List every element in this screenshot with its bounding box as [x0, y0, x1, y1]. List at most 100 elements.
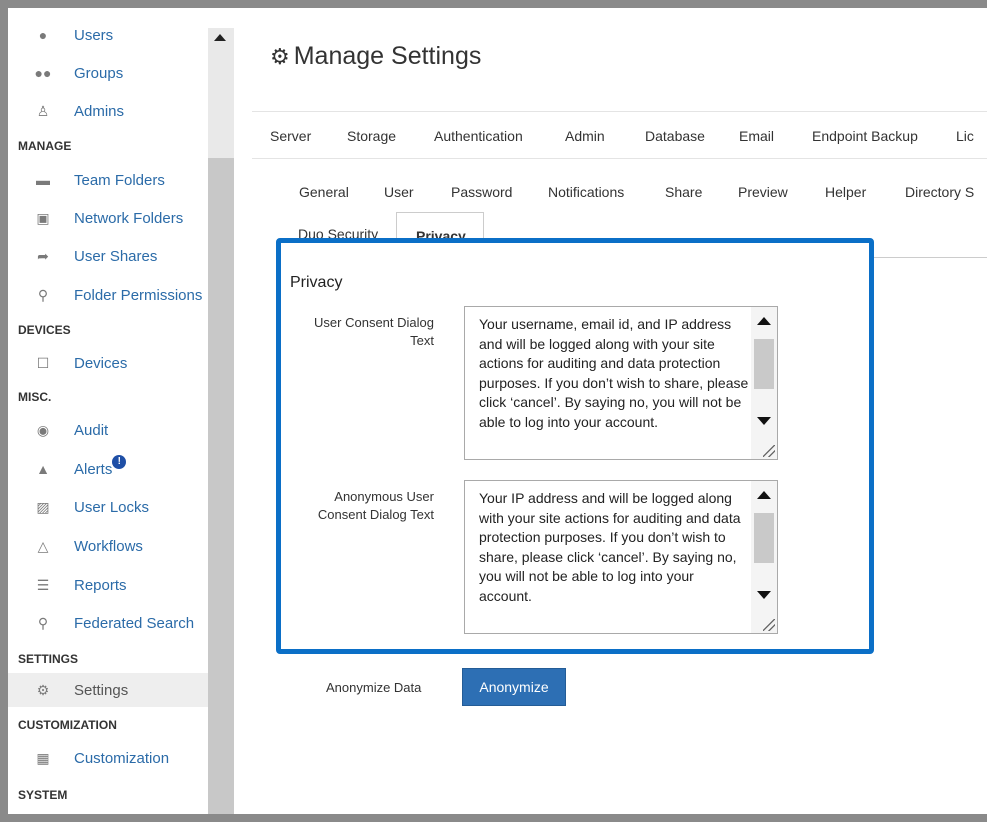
tab-general[interactable]: General — [299, 184, 349, 200]
anonymize-button[interactable]: Anonymize — [462, 668, 566, 706]
network-folder-icon: ▣ — [36, 209, 50, 226]
tab-share[interactable]: Share — [665, 184, 702, 200]
tab-helper[interactable]: Helper — [825, 184, 866, 200]
resize-grip-icon[interactable] — [763, 445, 775, 457]
scroll-up-arrow-icon[interactable] — [214, 34, 226, 41]
devices-icon: ☐ — [36, 354, 50, 371]
sidebar-item-label: Reports — [74, 576, 127, 594]
section-title: Privacy — [290, 274, 343, 291]
users-icon: ● — [38, 27, 48, 43]
textarea-scrollbar-thumb[interactable] — [754, 513, 774, 563]
sidebar-item-groups[interactable]: ●● Groups — [8, 56, 208, 90]
scroll-up-arrow-icon[interactable] — [757, 317, 771, 325]
sidebar-item-federated-search[interactable]: ⚲ Federated Search — [8, 606, 208, 640]
tab-preview[interactable]: Preview — [738, 184, 788, 200]
tab-server[interactable]: Server — [270, 128, 311, 144]
lock-icon: ▨ — [36, 498, 50, 515]
divider — [252, 158, 987, 159]
bell-icon: ▲ — [36, 461, 50, 477]
sidebar-item-label: Users — [74, 26, 114, 44]
tab-email[interactable]: Email — [739, 128, 774, 144]
textarea-scrollbar-thumb[interactable] — [754, 339, 774, 389]
sidebar-item-devices[interactable]: ☐ Devices — [8, 346, 208, 380]
search-icon: ⚲ — [37, 614, 49, 631]
scroll-up-arrow-icon[interactable] — [757, 491, 771, 499]
sidebar-item-label: Federated Search — [74, 614, 195, 632]
sidebar-item-label: Folder Permissions — [74, 286, 203, 304]
sidebar-item-label: Settings — [74, 681, 129, 699]
alert-badge: ! — [112, 455, 127, 469]
gear-icon: ⚙ — [36, 681, 50, 698]
sidebar-item-audit[interactable]: ◉ Audit — [8, 413, 208, 447]
sidebar-item-alerts[interactable]: ▲ Alerts! — [8, 452, 208, 486]
sidebar-scrollbar-thumb[interactable] — [208, 28, 234, 158]
anonymize-data-label: Anonymize Data — [326, 680, 422, 695]
sidebar: ● Users ●● Groups ♙ Admins MANAGE ▬ Team Fol… — [8, 8, 208, 814]
sidebar-item-admins[interactable]: ♙ Admins — [8, 94, 208, 128]
sidebar-item-label: Groups — [74, 64, 124, 82]
section-header-manage: MANAGE — [18, 139, 72, 153]
label-line: User Consent Dialog — [314, 315, 434, 330]
scroll-down-arrow-icon[interactable] — [757, 417, 771, 425]
sidebar-item-reports[interactable]: ☰ Reports — [8, 568, 208, 602]
textarea-value: Your IP address and will be logged along… — [479, 490, 741, 604]
label-line: Anonymous User — [334, 489, 434, 504]
tab-license[interactable]: Lic — [956, 128, 974, 144]
list-icon: ☰ — [36, 576, 50, 593]
sidebar-item-user-shares[interactable]: ➦ User Shares — [8, 239, 208, 273]
folder-permissions-icon: ⚲ — [37, 286, 49, 303]
consent-dialog-label: User Consent Dialog Text — [298, 314, 434, 350]
image-icon: ▦ — [36, 749, 50, 766]
tab-password[interactable]: Password — [451, 184, 512, 200]
sidebar-item-label: Network Folders — [74, 209, 184, 227]
sidebar-item-label: Admins — [74, 102, 125, 120]
scroll-down-arrow-icon[interactable] — [757, 591, 771, 599]
resize-grip-icon[interactable] — [763, 619, 775, 631]
label-line: Text — [410, 333, 434, 348]
page-title: ⚙ Manage Settings — [270, 42, 481, 71]
sidebar-item-label: Alerts — [74, 460, 113, 478]
sidebar-item-team-folders[interactable]: ▬ Team Folders — [8, 163, 208, 197]
sidebar-item-settings[interactable]: ⚙ Settings — [8, 673, 208, 707]
sidebar-item-label: Customization — [74, 749, 170, 767]
page-title-text: Manage Settings — [293, 42, 482, 70]
folder-icon: ▬ — [36, 172, 50, 188]
tab-database[interactable]: Database — [645, 128, 705, 144]
sidebar-item-label: User Shares — [74, 247, 158, 265]
tab-directory-services[interactable]: Directory S — [905, 184, 974, 200]
sidebar-item-folder-permissions[interactable]: ⚲ Folder Permissions — [8, 278, 208, 312]
flask-icon: △ — [37, 537, 49, 554]
sidebar-item-label: User Locks — [74, 498, 150, 516]
consent-dialog-textarea[interactable]: Your username, email id, and IP address … — [464, 306, 778, 460]
section-header-system: SYSTEM — [18, 788, 68, 802]
tab-storage[interactable]: Storage — [347, 128, 396, 144]
sidebar-item-network-folders[interactable]: ▣ Network Folders — [8, 201, 208, 235]
anon-consent-dialog-label: Anonymous User Consent Dialog Text — [298, 488, 434, 524]
sidebar-item-label: Team Folders — [74, 171, 165, 189]
sidebar-item-label: Workflows — [74, 537, 143, 555]
sidebar-item-workflows[interactable]: △ Workflows — [8, 529, 208, 563]
sidebar-item-label: Audit — [74, 421, 109, 439]
textarea-value: Your username, email id, and IP address … — [479, 316, 749, 430]
gear-icon: ⚙ — [270, 44, 290, 69]
sidebar-item-label: Devices — [74, 354, 128, 372]
sidebar-item-customization[interactable]: ▦ Customization — [8, 741, 208, 775]
tab-notifications[interactable]: Notifications — [548, 184, 624, 200]
share-icon: ➦ — [37, 247, 49, 264]
tab-authentication[interactable]: Authentication — [434, 128, 523, 144]
label-line: Consent Dialog Text — [317, 507, 434, 522]
tab-user[interactable]: User — [384, 184, 414, 200]
groups-icon: ●● — [34, 65, 52, 81]
tab-endpoint-backup[interactable]: Endpoint Backup — [812, 128, 918, 144]
app-window: ● Users ●● Groups ♙ Admins MANAGE ▬ Team Fol… — [8, 8, 987, 814]
eye-icon: ◉ — [36, 421, 50, 438]
anon-consent-dialog-textarea[interactable]: Your IP address and will be logged along… — [464, 480, 778, 634]
sidebar-item-users[interactable]: ● Users — [8, 18, 208, 52]
divider — [252, 111, 987, 112]
section-header-misc: MISC. — [18, 390, 52, 404]
section-header-customization: CUSTOMIZATION — [18, 718, 117, 732]
tab-admin[interactable]: Admin — [565, 128, 605, 144]
sidebar-item-user-locks[interactable]: ▨ User Locks — [8, 490, 208, 524]
section-header-devices: DEVICES — [18, 323, 71, 337]
admins-icon: ♙ — [36, 102, 50, 119]
